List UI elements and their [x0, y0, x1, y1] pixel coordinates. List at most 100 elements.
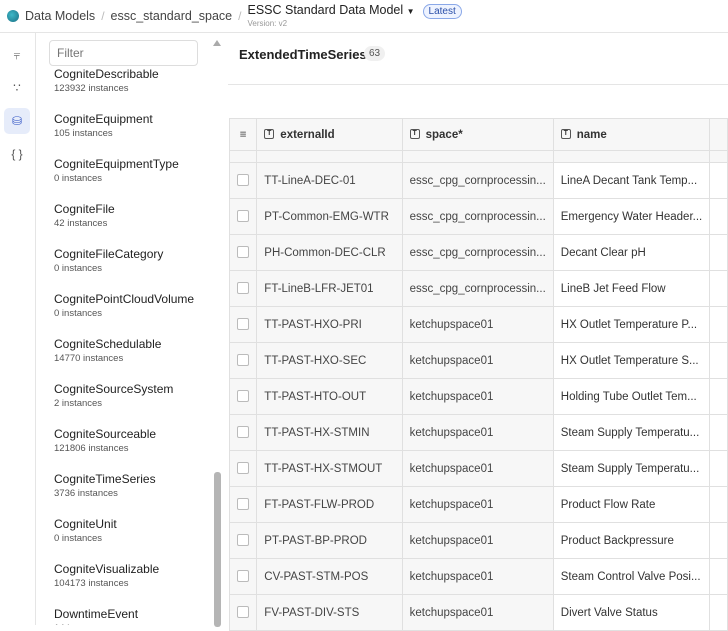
- cell-name[interactable]: Steam Supply Temperatu...: [552, 414, 711, 451]
- cell-name[interactable]: Product Flow Rate: [552, 486, 711, 523]
- cell-space[interactable]: ketchupspace01: [401, 522, 554, 559]
- cell-space[interactable]: essc_cpg_cornprocessin...: [401, 198, 554, 235]
- cell-partial[interactable]: [709, 450, 728, 487]
- cell-externalid[interactable]: TT-PAST-HTO-OUT: [256, 378, 403, 415]
- sidebar-item[interactable]: DowntimeEvent14 instances: [54, 607, 138, 625]
- scrollbar-thumb[interactable]: [214, 472, 221, 627]
- cell-externalid[interactable]: FT-PAST-FLW-PROD: [256, 486, 403, 523]
- table-row[interactable]: TT-PAST-HXO-SEC ketchupspace01 HX Outlet…: [228, 342, 728, 379]
- breadcrumb-space[interactable]: essc_standard_space: [111, 9, 233, 23]
- share-graph-icon[interactable]: ⫧: [4, 42, 30, 68]
- sidebar-item[interactable]: CogniteSourceSystem 2 instances: [54, 382, 173, 409]
- cell-externalid[interactable]: FT-LineB-LFR-JET01: [256, 270, 403, 307]
- braces-icon[interactable]: { }: [4, 141, 30, 167]
- sidebar-item[interactable]: CogniteSchedulable 14770 instances: [54, 337, 161, 364]
- row-checkbox[interactable]: [228, 234, 258, 271]
- cell-name[interactable]: Product Backpressure: [552, 522, 711, 559]
- row-checkbox[interactable]: [228, 342, 258, 379]
- table-row[interactable]: PT-Common-EMG-WTR essc_cpg_cornprocessin…: [228, 198, 728, 235]
- cell-externalid[interactable]: CV-PAST-STM-POS: [256, 558, 403, 595]
- cell-externalid[interactable]: PT-PAST-BP-PROD: [256, 522, 403, 559]
- cell-partial[interactable]: [709, 414, 728, 451]
- column-header-space[interactable]: Tspace*: [401, 118, 554, 151]
- sidebar-item[interactable]: CogniteEquipmentType 0 instances: [54, 157, 179, 184]
- column-header-partial[interactable]: [709, 118, 728, 151]
- cell-partial[interactable]: [709, 486, 728, 523]
- column-settings-icon[interactable]: ≡: [228, 118, 258, 151]
- row-checkbox[interactable]: [228, 450, 258, 487]
- cell-externalid[interactable]: TT-PAST-HX-STMOUT: [256, 450, 403, 487]
- table-row[interactable]: FT-PAST-FLW-PROD ketchupspace01 Product …: [228, 486, 728, 523]
- cell-partial[interactable]: [709, 234, 728, 271]
- sidebar-item[interactable]: CogniteEquipment 105 instances: [54, 112, 153, 139]
- cell-space[interactable]: essc_cpg_cornprocessin...: [401, 234, 554, 271]
- cell-partial[interactable]: [709, 378, 728, 415]
- database-icon[interactable]: ⛁: [4, 108, 30, 134]
- sidebar-scrollbar[interactable]: [213, 40, 221, 627]
- cell-space[interactable]: essc_cpg_cornprocessin...: [401, 270, 554, 307]
- sidebar-item[interactable]: CognitePointCloudVolume 0 instances: [54, 292, 194, 319]
- row-checkbox[interactable]: [228, 486, 258, 523]
- cell-space[interactable]: ketchupspace01: [401, 486, 554, 523]
- column-header-externalid[interactable]: TexternalId: [256, 118, 403, 151]
- cell-name[interactable]: Divert Valve Status: [552, 594, 711, 631]
- cell-externalid[interactable]: FV-PAST-DIV-STS: [256, 594, 403, 631]
- breadcrumb-data-models[interactable]: Data Models: [25, 9, 95, 23]
- cell-name[interactable]: Decant Clear pH: [552, 234, 711, 271]
- cell-space[interactable]: ketchupspace01: [401, 450, 554, 487]
- row-checkbox[interactable]: [228, 306, 258, 343]
- cell-space[interactable]: ketchupspace01: [401, 414, 554, 451]
- cell-space[interactable]: essc_cpg_cornprocessin...: [401, 162, 554, 199]
- cell-name[interactable]: HX Outlet Temperature S...: [552, 342, 711, 379]
- row-checkbox[interactable]: [228, 378, 258, 415]
- cell-name[interactable]: Steam Supply Temperatu...: [552, 450, 711, 487]
- cell-space[interactable]: ketchupspace01: [401, 558, 554, 595]
- table-row[interactable]: CV-PAST-STM-POS ketchupspace01 Steam Con…: [228, 558, 728, 595]
- sidebar-item[interactable]: CogniteTimeSeries 3736 instances: [54, 472, 156, 499]
- table-row[interactable]: TT-LineA-DEC-01 essc_cpg_cornprocessin..…: [228, 162, 728, 199]
- table-row[interactable]: TT-PAST-HTO-OUT ketchupspace01 Holding T…: [228, 378, 728, 415]
- nodes-icon[interactable]: ∵: [4, 75, 30, 101]
- cell-externalid[interactable]: PT-Common-EMG-WTR: [256, 198, 403, 235]
- table-row[interactable]: FV-PAST-DIV-STS ketchupspace01 Divert Va…: [228, 594, 728, 631]
- sidebar-item[interactable]: CogniteVisualizable 104173 instances: [54, 562, 159, 589]
- table-row[interactable]: PH-Common-DEC-CLR essc_cpg_cornprocessin…: [228, 234, 728, 271]
- cell-partial[interactable]: [709, 342, 728, 379]
- table-row[interactable]: FT-LineB-LFR-JET01 essc_cpg_cornprocessi…: [228, 270, 728, 307]
- sidebar-item[interactable]: CogniteUnit 0 instances: [54, 517, 117, 544]
- cell-externalid[interactable]: TT-PAST-HXO-SEC: [256, 342, 403, 379]
- table-row[interactable]: PT-PAST-BP-PROD ketchupspace01 Product B…: [228, 522, 728, 559]
- row-checkbox[interactable]: [228, 414, 258, 451]
- cell-name[interactable]: HX Outlet Temperature P...: [552, 306, 711, 343]
- sidebar-item[interactable]: CogniteSourceable 121806 instances: [54, 427, 156, 454]
- sidebar-item[interactable]: CogniteFileCategory 0 instances: [54, 247, 163, 274]
- cell-name[interactable]: Steam Control Valve Posi...: [552, 558, 711, 595]
- cell-name[interactable]: Holding Tube Outlet Tem...: [552, 378, 711, 415]
- cell-partial[interactable]: [709, 198, 728, 235]
- row-checkbox[interactable]: [228, 198, 258, 235]
- cell-space[interactable]: ketchupspace01: [401, 342, 554, 379]
- column-header-name[interactable]: Tname: [552, 118, 711, 151]
- cell-partial[interactable]: [709, 594, 728, 631]
- table-row[interactable]: TT-PAST-HXO-PRI ketchupspace01 HX Outlet…: [228, 306, 728, 343]
- scroll-up-icon[interactable]: [213, 40, 221, 46]
- table-row[interactable]: TT-PAST-HX-STMIN ketchupspace01 Steam Su…: [228, 414, 728, 451]
- cell-partial[interactable]: [709, 522, 728, 559]
- cell-externalid[interactable]: TT-LineA-DEC-01: [256, 162, 403, 199]
- cell-externalid[interactable]: TT-PAST-HXO-PRI: [256, 306, 403, 343]
- cell-space[interactable]: ketchupspace01: [401, 306, 554, 343]
- cell-space[interactable]: ketchupspace01: [401, 594, 554, 631]
- cell-space[interactable]: ketchupspace01: [401, 378, 554, 415]
- filter-input[interactable]: [49, 40, 198, 66]
- cell-name[interactable]: LineB Jet Feed Flow: [552, 270, 711, 307]
- row-checkbox[interactable]: [228, 558, 258, 595]
- table-row[interactable]: TT-PAST-HX-STMOUT ketchupspace01 Steam S…: [228, 450, 728, 487]
- cell-name[interactable]: LineA Decant Tank Temp...: [552, 162, 711, 199]
- cell-externalid[interactable]: PH-Common-DEC-CLR: [256, 234, 403, 271]
- cell-partial[interactable]: [709, 270, 728, 307]
- row-checkbox[interactable]: [228, 594, 258, 631]
- row-checkbox[interactable]: [228, 522, 258, 559]
- model-selector[interactable]: ESSC Standard Data Model ▼ Version: v2: [247, 4, 414, 30]
- sidebar-item[interactable]: CogniteFile 42 instances: [54, 202, 115, 229]
- row-checkbox[interactable]: [228, 162, 258, 199]
